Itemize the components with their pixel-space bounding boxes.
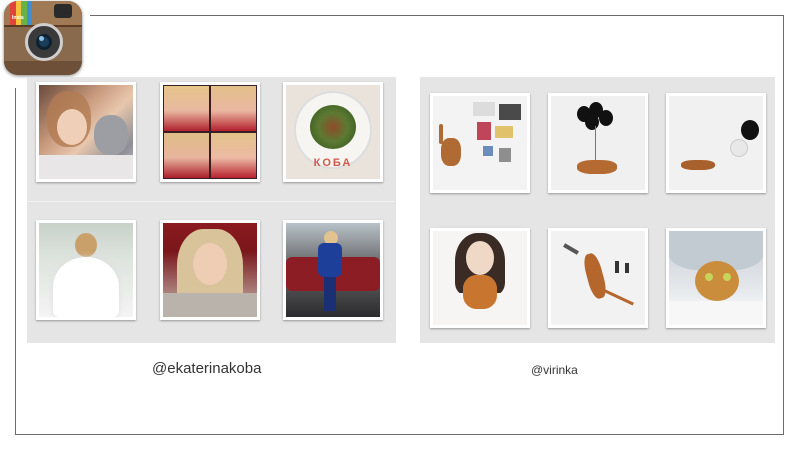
photo-cat-with-balloon[interactable] (666, 93, 766, 193)
camera-lens-icon (25, 23, 63, 61)
instagram-icon[interactable]: Insta (4, 1, 82, 75)
frame-right-line (783, 15, 784, 435)
photo-cat-jumping[interactable] (548, 228, 648, 328)
frame-top-line (90, 15, 784, 16)
photo-selfie-with-cat[interactable] (36, 82, 136, 182)
logo-rainbow-stripes (10, 1, 32, 25)
logo-label: Insta (12, 15, 24, 21)
photo-salad-plate-koba[interactable]: КОБА (283, 82, 383, 182)
photo-blonde-portrait[interactable] (160, 220, 260, 320)
plate-text: КОБА (313, 157, 353, 169)
frame-left-line (15, 88, 16, 435)
logo-viewfinder (54, 4, 72, 18)
photo-woman-in-blue-by-car[interactable] (283, 220, 383, 320)
profile-handle-virinka[interactable]: @virinka (531, 363, 578, 377)
logo-bottom (4, 61, 82, 75)
photo-collage-four-selfies[interactable] (160, 82, 260, 182)
profile-handle-ekaterinakoba[interactable]: @ekaterinakoba (152, 360, 261, 377)
photo-cat-with-flatlay-items[interactable] (430, 93, 530, 193)
photo-bride-in-white-dress[interactable] (36, 220, 136, 320)
frame-bottom-line (15, 434, 784, 435)
grid-row-separator (28, 201, 394, 202)
photo-cat-under-blanket[interactable] (666, 228, 766, 328)
photo-cat-with-black-balloons[interactable] (548, 93, 648, 193)
photo-drawing-girl-with-cat[interactable] (430, 228, 530, 328)
